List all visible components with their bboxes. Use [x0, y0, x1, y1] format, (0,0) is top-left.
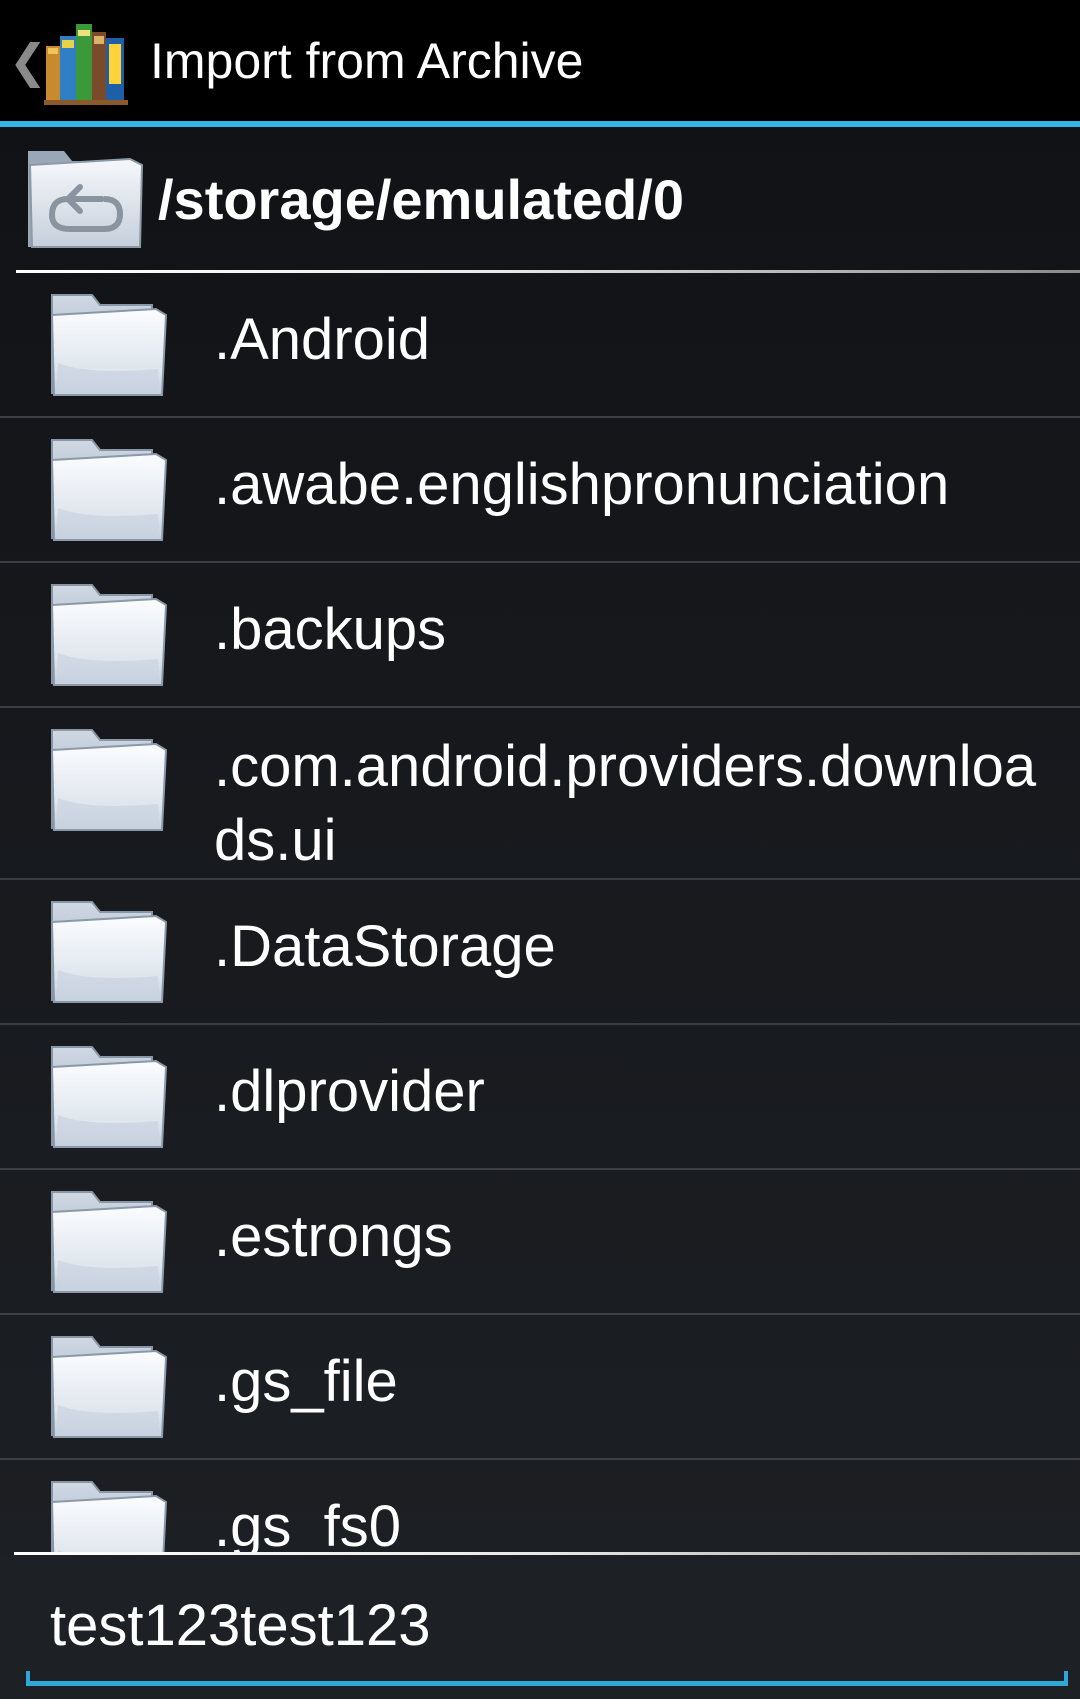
list-item[interactable]: .DataStorage — [0, 880, 1080, 1025]
input-underline-left-tick — [26, 1671, 30, 1686]
folder-icon — [51, 1191, 167, 1293]
folder-icon — [51, 1481, 167, 1553]
bookshelf-icon[interactable] — [44, 16, 130, 106]
input-underline — [26, 1681, 1068, 1686]
folder-icon — [51, 1046, 167, 1148]
folder-name: .gs_file — [214, 1349, 398, 1414]
list-item[interactable]: .com.android.providers.downloads.ui — [0, 708, 1080, 880]
folder-icon — [51, 439, 167, 541]
app-title: Import from Archive — [150, 32, 584, 89]
list-item[interactable]: .gs_fs0 — [0, 1460, 1080, 1553]
list-item[interactable]: .backups — [0, 563, 1080, 708]
list-item[interactable]: .dlprovider — [0, 1025, 1080, 1170]
list-item[interactable]: .Android — [0, 273, 1080, 418]
filename-input-area — [0, 1555, 1080, 1699]
folder-list[interactable]: .Android .awabe.englishpronunciation .ba… — [0, 273, 1080, 1553]
folder-name: .DataStorage — [214, 914, 556, 979]
screen: ❮ Import from Archive /storage/emulated/… — [0, 0, 1080, 1699]
folder-icon — [51, 294, 167, 396]
list-item[interactable]: .estrongs — [0, 1170, 1080, 1315]
folder-icon — [51, 1336, 167, 1438]
path-row[interactable]: /storage/emulated/0 — [0, 127, 1080, 272]
folder-icon — [51, 729, 167, 831]
folder-name: .awabe.englishpronunciation — [214, 452, 950, 517]
folder-icon — [51, 901, 167, 1003]
folder-name: .com.android.providers.downloads.ui — [214, 734, 1037, 873]
parent-folder-icon[interactable] — [24, 143, 146, 251]
input-underline-right-tick — [1064, 1671, 1068, 1686]
list-item[interactable]: .awabe.englishpronunciation — [0, 418, 1080, 563]
folder-name: .estrongs — [214, 1204, 453, 1269]
filename-input[interactable] — [26, 1563, 1068, 1687]
list-item[interactable]: .gs_file — [0, 1315, 1080, 1460]
current-path: /storage/emulated/0 — [158, 168, 684, 231]
folder-name: .dlprovider — [214, 1059, 485, 1124]
folder-icon — [51, 584, 167, 686]
folder-name: .gs_fs0 — [214, 1494, 401, 1553]
folder-name: .backups — [214, 597, 447, 662]
action-bar: ❮ Import from Archive — [0, 0, 1080, 121]
folder-name: .Android — [214, 307, 431, 372]
up-chevron-icon[interactable]: ❮ — [8, 38, 48, 84]
